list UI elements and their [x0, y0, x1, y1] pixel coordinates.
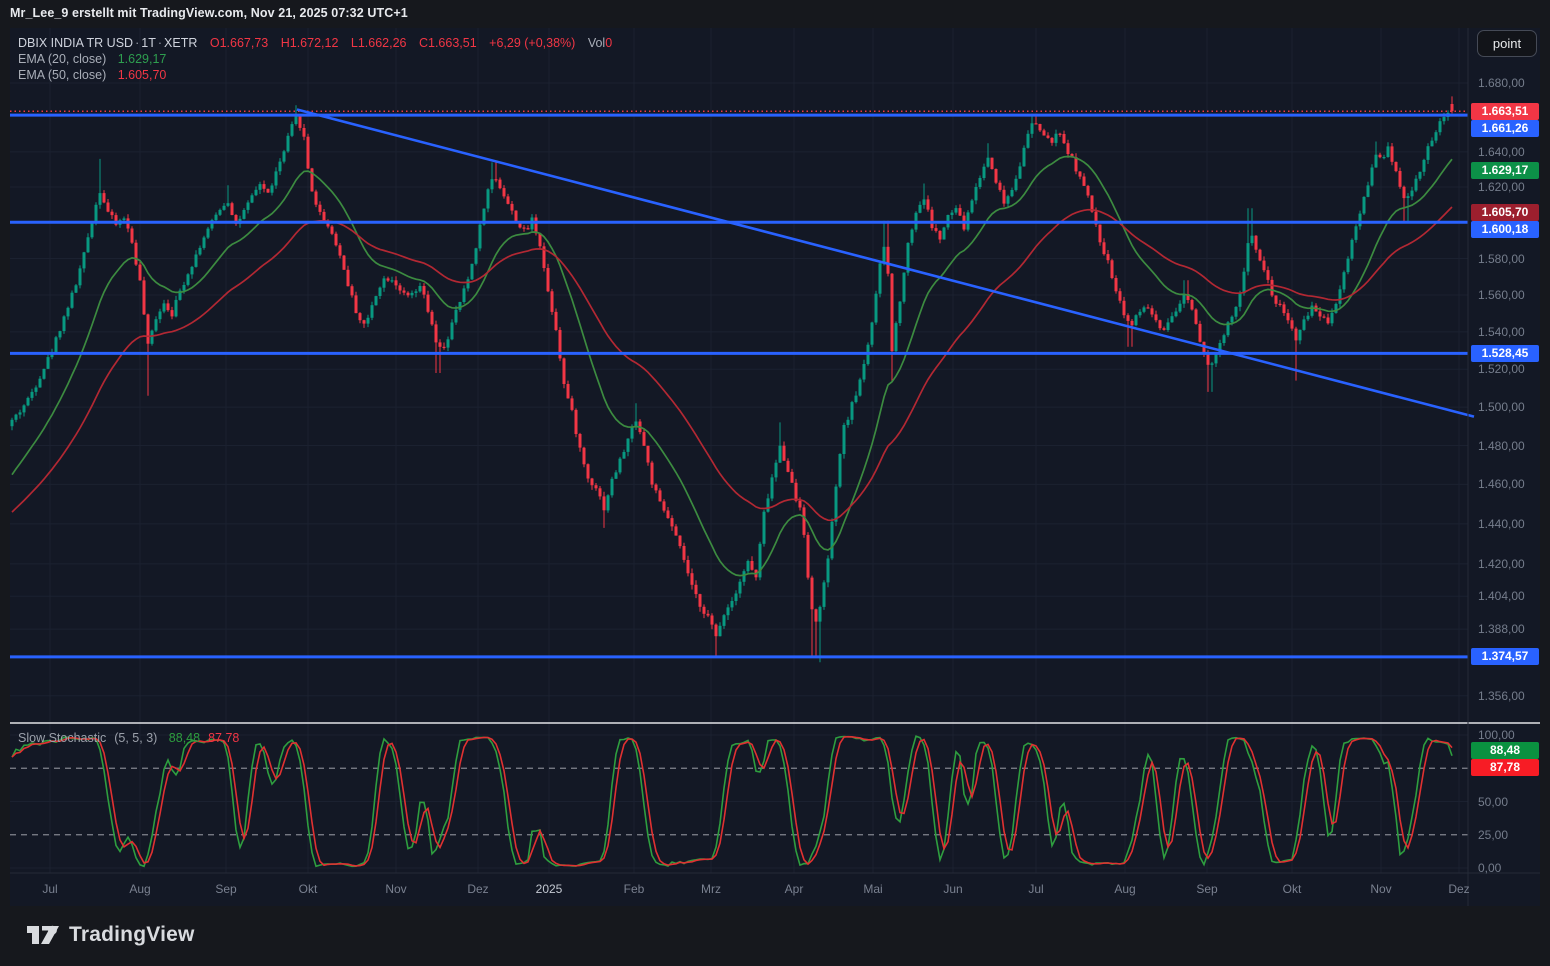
price-axis-tick: 1.640,00	[1478, 145, 1525, 159]
price-axis-badge: 1.528,45	[1471, 345, 1539, 362]
price-axis-tick: 1.580,00	[1478, 252, 1525, 266]
tradingview-chart-screenshot: { "meta": { "attribution": "Mr_Lee_9 ers…	[0, 0, 1550, 966]
time-axis-label-jun: Jun	[943, 882, 962, 896]
stochastic-axis-tick: 25,00	[1478, 828, 1508, 842]
price-axis-tick: 1.420,00	[1478, 557, 1525, 571]
ema20-legend-row[interactable]: EMA (20, close) 1.629,17	[18, 52, 166, 66]
ohlc-open: O1.667,73	[210, 36, 268, 50]
time-axis-label-okt: Okt	[1283, 882, 1302, 896]
legend-separator: ·	[135, 36, 139, 50]
price-axis-tick: 1.540,00	[1478, 325, 1525, 339]
ema20-label: EMA (20, close)	[18, 52, 106, 66]
time-axis-label-okt: Okt	[299, 882, 318, 896]
price-axis-badge: 1.605,70	[1471, 204, 1539, 221]
price-axis-tick: 1.440,00	[1478, 517, 1525, 531]
ohlc-high: H1.672,12	[281, 36, 339, 50]
stochastic-axis-tick: 100,00	[1478, 728, 1515, 742]
stochastic-title: Slow Stochastic	[18, 731, 106, 745]
time-axis-label-jul: Jul	[1028, 882, 1043, 896]
price-axis-tick: 1.356,00	[1478, 689, 1525, 703]
time-axis-label-sep: Sep	[1196, 882, 1217, 896]
price-axis-badge: 1.629,17	[1471, 162, 1539, 179]
time-axis-label-dez: Dez	[467, 882, 488, 896]
stochastic-axis-badge: 88,48	[1471, 742, 1539, 759]
time-axis-label-nov: Nov	[1370, 882, 1391, 896]
price-axis-tick: 1.520,00	[1478, 362, 1525, 376]
time-axis-label-mrz: Mrz	[701, 882, 721, 896]
chart-canvas[interactable]	[0, 0, 1550, 966]
time-axis-label-dez: Dez	[1448, 882, 1469, 896]
ema50-value: 1.605,70	[118, 68, 167, 82]
time-axis-label-mai: Mai	[863, 882, 882, 896]
price-axis-badge: 1.663,51	[1471, 103, 1539, 120]
stochastic-axis-badge: 87,78	[1471, 759, 1539, 776]
price-axis-badge: 1.600,18	[1471, 221, 1539, 238]
ohlc-close: C1.663,51	[419, 36, 477, 50]
price-axis-tick: 1.680,00	[1478, 76, 1525, 90]
price-axis-tick: 1.620,00	[1478, 180, 1525, 194]
tradingview-logo-icon	[26, 922, 60, 948]
volume-value: 0	[605, 36, 612, 50]
price-axis-tick: 1.460,00	[1478, 477, 1525, 491]
stochastic-axis-tick: 50,00	[1478, 795, 1508, 809]
time-axis-label-2025: 2025	[536, 882, 563, 896]
price-axis-tick: 1.560,00	[1478, 288, 1525, 302]
point-button[interactable]: point	[1477, 30, 1537, 57]
time-axis-label-sep: Sep	[215, 882, 236, 896]
ohlc-change: +6,29 (+0,38%)	[489, 36, 575, 50]
price-axis-badge: 1.661,26	[1471, 120, 1539, 137]
time-axis-label-aug: Aug	[1114, 882, 1135, 896]
symbol-exchange: XETR	[164, 36, 197, 50]
symbol-interval: 1T	[141, 36, 156, 50]
stochastic-params: (5, 5, 3)	[114, 731, 157, 745]
time-axis-label-feb: Feb	[624, 882, 645, 896]
time-axis-label-nov: Nov	[385, 882, 406, 896]
price-axis-tick: 1.388,00	[1478, 622, 1525, 636]
attribution-text: Mr_Lee_9 erstellt mit TradingView.com, N…	[10, 6, 408, 20]
symbol-title: DBIX INDIA TR USD	[18, 36, 133, 50]
symbol-legend-row[interactable]: DBIX INDIA TR USD·1T·XETR O1.667,73 H1.6…	[18, 36, 612, 50]
ema20-value: 1.629,17	[118, 52, 167, 66]
ohlc-low: L1.662,26	[351, 36, 407, 50]
tradingview-logo-text: TradingView	[69, 923, 195, 947]
legend-separator: ·	[158, 36, 162, 50]
stochastic-k-value: 88,48	[169, 731, 200, 745]
tradingview-logo[interactable]: TradingView	[26, 922, 195, 948]
ema50-label: EMA (50, close)	[18, 68, 106, 82]
price-axis-tick: 1.404,00	[1478, 589, 1525, 603]
stochastic-legend-row[interactable]: Slow Stochastic (5, 5, 3) 88,48 87,78	[18, 731, 239, 745]
price-axis-tick: 1.480,00	[1478, 439, 1525, 453]
ema50-legend-row[interactable]: EMA (50, close) 1.605,70	[18, 68, 166, 82]
price-axis-tick: 1.500,00	[1478, 400, 1525, 414]
stochastic-d-value: 87,78	[208, 731, 239, 745]
time-axis-label-jul: Jul	[42, 882, 57, 896]
stochastic-axis-tick: 0,00	[1478, 861, 1501, 875]
time-axis-label-aug: Aug	[129, 882, 150, 896]
volume-label: Vol	[588, 36, 605, 50]
time-axis-label-apr: Apr	[785, 882, 804, 896]
price-axis-badge: 1.374,57	[1471, 648, 1539, 665]
